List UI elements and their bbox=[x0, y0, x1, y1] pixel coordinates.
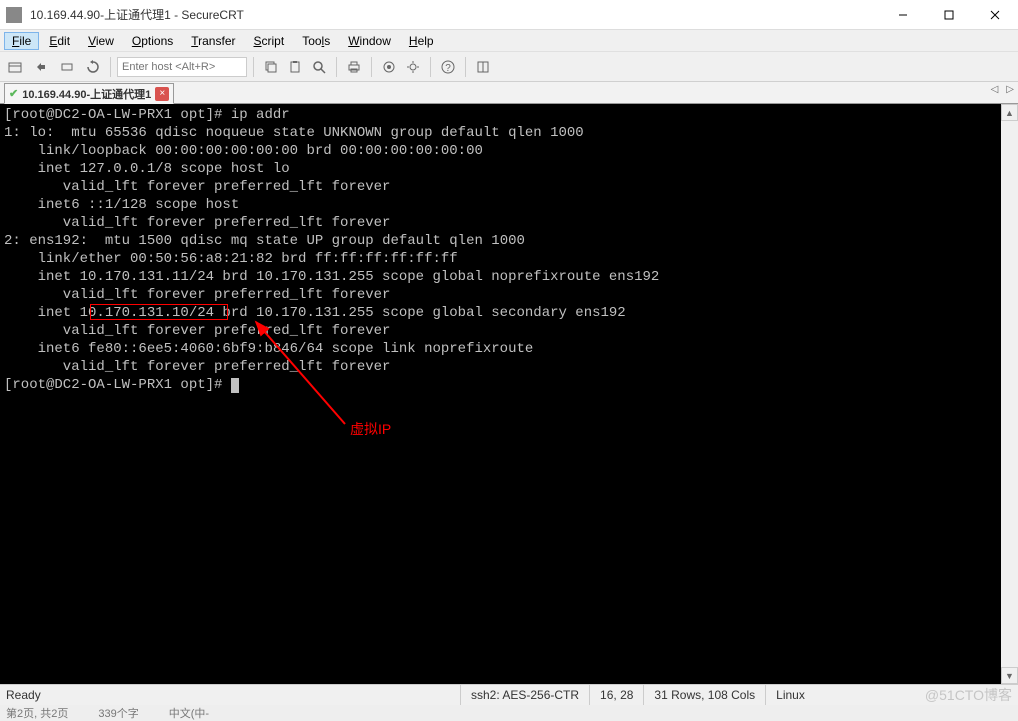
connect-bar-icon[interactable] bbox=[56, 56, 78, 78]
reconnect-icon[interactable] bbox=[82, 56, 104, 78]
status-cursor: 16, 28 bbox=[589, 685, 643, 705]
annotation-label: 虚拟IP bbox=[350, 419, 391, 439]
menu-file[interactable]: File bbox=[4, 32, 39, 50]
status-ready: Ready bbox=[0, 688, 460, 702]
print-icon[interactable] bbox=[343, 56, 365, 78]
toolbar-separator bbox=[465, 57, 466, 77]
menu-tools[interactable]: Tools bbox=[294, 32, 338, 50]
quick-connect-icon[interactable] bbox=[30, 56, 52, 78]
copy-icon[interactable] bbox=[260, 56, 282, 78]
toggle-pane-icon[interactable] bbox=[472, 56, 494, 78]
menu-script[interactable]: Script bbox=[246, 32, 293, 50]
tab-nav: ◁ ▷ bbox=[991, 84, 1014, 95]
session-tab[interactable]: ✔ 10.169.44.90-上证通代理1 × bbox=[4, 83, 174, 104]
properties-icon[interactable] bbox=[378, 56, 400, 78]
scroll-track[interactable] bbox=[1001, 121, 1018, 667]
menu-window[interactable]: Window bbox=[340, 32, 399, 50]
menu-help[interactable]: Help bbox=[401, 32, 442, 50]
app-icon bbox=[6, 7, 22, 23]
toolbar-separator bbox=[430, 57, 431, 77]
menu-view[interactable]: View bbox=[80, 32, 122, 50]
svg-text:?: ? bbox=[445, 63, 451, 74]
session-manager-icon[interactable] bbox=[4, 56, 26, 78]
minimize-button[interactable] bbox=[880, 0, 926, 30]
scroll-down-icon[interactable]: ▼ bbox=[1001, 667, 1018, 684]
menu-options[interactable]: Options bbox=[124, 32, 181, 50]
help-icon[interactable]: ? bbox=[437, 56, 459, 78]
bottom-strip: 第2页, 共2页 339个字 中文(中- bbox=[0, 705, 1018, 721]
highlight-box bbox=[90, 304, 228, 320]
toolbar-separator bbox=[371, 57, 372, 77]
tabbar: ✔ 10.169.44.90-上证通代理1 × ◁ ▷ bbox=[0, 82, 1018, 104]
tab-close-icon[interactable]: × bbox=[155, 87, 169, 101]
statusbar: Ready ssh2: AES-256-CTR 16, 28 31 Rows, … bbox=[0, 684, 1018, 705]
menu-transfer[interactable]: Transfer bbox=[183, 32, 243, 50]
toolbar-separator bbox=[336, 57, 337, 77]
host-input[interactable] bbox=[117, 57, 247, 77]
window-titlebar: 10.169.44.90-上证通代理1 - SecureCRT bbox=[0, 0, 1018, 30]
status-size: 31 Rows, 108 Cols bbox=[643, 685, 765, 705]
bottom-lang: 中文(中- bbox=[169, 705, 209, 721]
close-button[interactable] bbox=[972, 0, 1018, 30]
toolbar-separator bbox=[110, 57, 111, 77]
tab-next-icon[interactable]: ▷ bbox=[1006, 84, 1014, 95]
connected-icon: ✔ bbox=[9, 87, 18, 100]
terminal-output[interactable]: [root@DC2-OA-LW-PRX1 opt]# ip addr 1: lo… bbox=[0, 104, 1018, 396]
status-termtype: Linux bbox=[765, 685, 815, 705]
menubar: File Edit View Options Transfer Script T… bbox=[0, 30, 1018, 52]
window-title: 10.169.44.90-上证通代理1 - SecureCRT bbox=[30, 6, 880, 23]
window-controls bbox=[880, 0, 1018, 30]
maximize-button[interactable] bbox=[926, 0, 972, 30]
tab-label: 10.169.44.90-上证通代理1 bbox=[22, 86, 151, 102]
bottom-words: 339个字 bbox=[98, 705, 138, 721]
terminal-area[interactable]: [root@DC2-OA-LW-PRX1 opt]# ip addr 1: lo… bbox=[0, 104, 1018, 684]
settings-icon[interactable] bbox=[402, 56, 424, 78]
tab-prev-icon[interactable]: ◁ bbox=[991, 84, 999, 95]
paste-icon[interactable] bbox=[284, 56, 306, 78]
find-icon[interactable] bbox=[308, 56, 330, 78]
toolbar: ? bbox=[0, 52, 1018, 82]
bottom-pages: 第2页, 共2页 bbox=[6, 705, 68, 721]
scroll-up-icon[interactable]: ▲ bbox=[1001, 104, 1018, 121]
vertical-scrollbar[interactable]: ▲ ▼ bbox=[1001, 104, 1018, 684]
watermark: @51CTO博客 bbox=[925, 685, 1012, 705]
menu-edit[interactable]: Edit bbox=[41, 32, 78, 50]
status-protocol: ssh2: AES-256-CTR bbox=[460, 685, 589, 705]
toolbar-separator bbox=[253, 57, 254, 77]
